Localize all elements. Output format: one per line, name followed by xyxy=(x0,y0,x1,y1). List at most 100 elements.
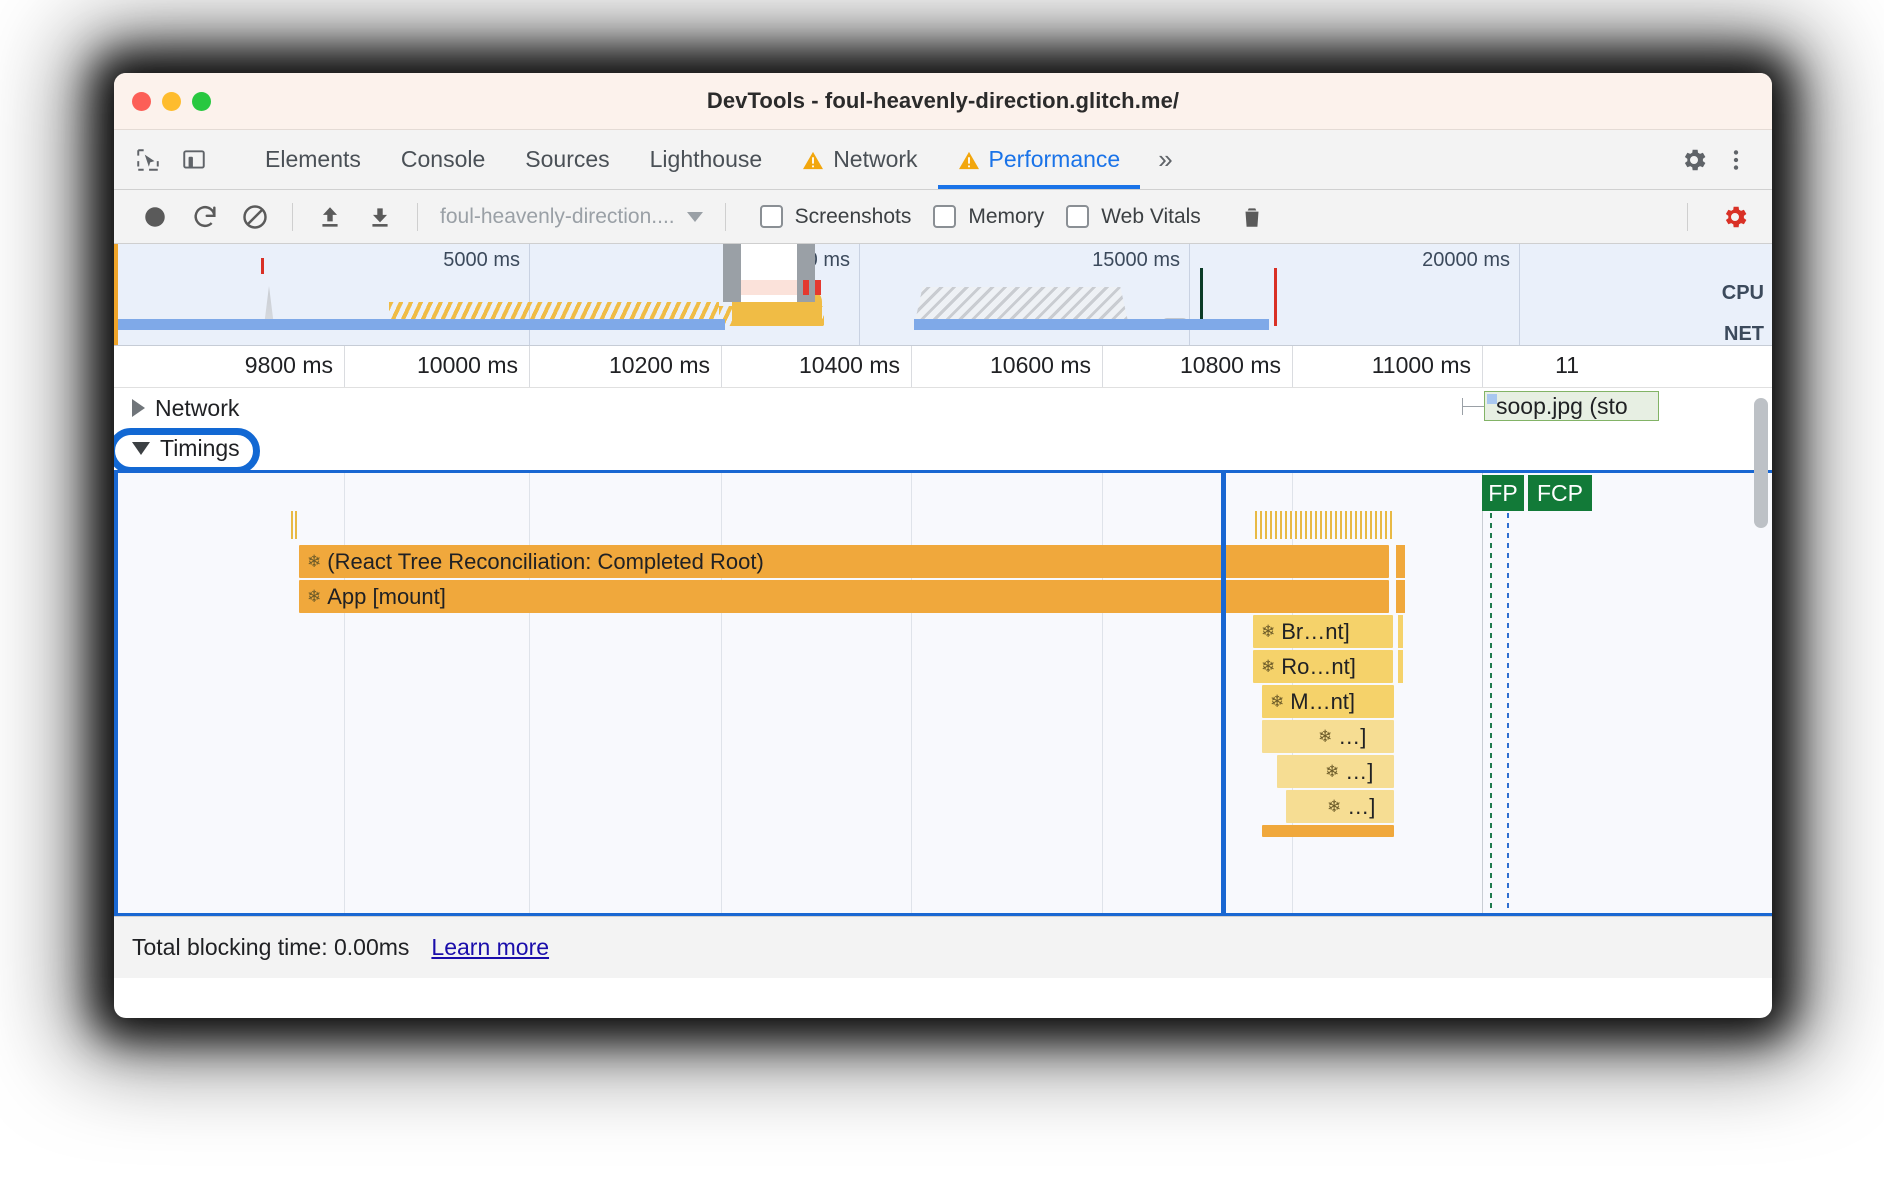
overview-selection-window[interactable] xyxy=(723,244,821,302)
ruler-gridline xyxy=(529,346,530,387)
performance-toolbar: foul-heavenly-direction.... Screenshots … xyxy=(114,190,1772,244)
device-toolbar-icon[interactable] xyxy=(174,140,214,180)
capture-settings-button[interactable] xyxy=(1714,196,1756,238)
flame-bar-label: …] xyxy=(1345,758,1374,784)
network-request-chip[interactable]: soop.jpg (sto xyxy=(1484,391,1659,421)
reload-and-record-button[interactable] xyxy=(184,196,226,238)
flame-gridline xyxy=(1102,473,1103,913)
timings-playhead[interactable] xyxy=(1221,473,1226,913)
ruler-gridline xyxy=(721,346,722,387)
overview-marker-dark xyxy=(1200,268,1203,326)
delete-recording-button[interactable] xyxy=(1231,196,1273,238)
checkbox-box[interactable] xyxy=(759,205,783,228)
status-bar: Total blocking time: 0.00ms Learn more xyxy=(114,916,1772,978)
memory-label: Memory xyxy=(968,204,1045,228)
fcp-marker-chip[interactable]: FCP xyxy=(1528,475,1592,511)
flame-bar[interactable]: ❄ Br…nt] xyxy=(1253,615,1393,648)
overview-gridline xyxy=(859,244,860,345)
load-profile-button[interactable] xyxy=(309,196,351,238)
chevron-right-icon[interactable] xyxy=(132,399,145,417)
snowflake-icon: ❄ xyxy=(307,586,322,606)
timings-left-edge xyxy=(114,473,118,913)
memory-checkbox[interactable]: Memory xyxy=(933,205,1044,229)
fp-marker-label: FP xyxy=(1488,479,1518,506)
ruler-tick-label: 11000 ms xyxy=(1371,352,1471,378)
network-request-label: soop.jpg (sto xyxy=(1496,392,1628,419)
snowflake-icon: ❄ xyxy=(1261,656,1276,676)
fcp-dashed-line xyxy=(1507,513,1509,913)
tab-elements[interactable]: Elements xyxy=(245,130,381,189)
flame-bar[interactable]: ❄ Ro…nt] xyxy=(1253,650,1393,683)
tab-network[interactable]: Network xyxy=(782,130,937,189)
toolbar-divider-4 xyxy=(1687,202,1688,231)
toolbar-divider-1 xyxy=(292,202,293,231)
snowflake-icon: ❄ xyxy=(1325,761,1340,781)
toolbar-divider-2 xyxy=(417,202,418,231)
flame-bar-sliver xyxy=(1396,545,1405,578)
devtools-window: DevTools - foul-heavenly-direction.glitc… xyxy=(114,73,1772,1018)
tab-performance[interactable]: Performance xyxy=(937,130,1141,189)
flame-gridline xyxy=(721,473,722,913)
web-vitals-label: Web Vitals xyxy=(1101,204,1201,228)
tabs-overflow-button[interactable]: » xyxy=(1140,130,1190,189)
flame-bar[interactable]: ❄ …] xyxy=(1277,755,1394,788)
fcp-marker-label: FCP xyxy=(1537,479,1583,506)
more-vertical-icon[interactable] xyxy=(1716,140,1756,180)
overview-selection-netstrip xyxy=(741,280,821,295)
flame-bar-label: M…nt] xyxy=(1290,688,1356,714)
ruler-tick-label: 10000 ms xyxy=(416,352,518,378)
overview-selection-redmark xyxy=(803,280,809,295)
devtools-tab-bar: Elements Console Sources Lighthouse Netw… xyxy=(114,130,1772,190)
tab-network-label: Network xyxy=(833,146,918,172)
network-request-indicator xyxy=(1487,394,1497,404)
screenshots-checkbox[interactable]: Screenshots xyxy=(759,205,911,229)
record-button[interactable] xyxy=(134,196,176,238)
timings-tick-bundle xyxy=(291,511,299,539)
tab-console-label: Console xyxy=(400,146,486,172)
fp-marker-chip[interactable]: FP xyxy=(1482,475,1524,511)
title-bar: DevTools - foul-heavenly-direction.glitc… xyxy=(114,73,1772,130)
checkbox-box[interactable] xyxy=(933,205,957,228)
recording-target-value: foul-heavenly-direction.... xyxy=(440,204,675,228)
tabs-overflow-label: » xyxy=(1158,144,1173,174)
chevron-down-icon xyxy=(686,211,703,222)
inspect-element-icon[interactable] xyxy=(128,140,168,180)
flame-chart-scrollbar[interactable] xyxy=(1754,398,1768,528)
flame-bar[interactable] xyxy=(1262,825,1394,837)
web-vitals-checkbox[interactable]: Web Vitals xyxy=(1066,205,1201,229)
timeline-overview[interactable]: 5000 ms 10000 ms 15000 ms 20000 ms xyxy=(114,244,1772,346)
overview-network-bar xyxy=(914,319,1269,330)
overview-tick-label: 5000 ms xyxy=(443,249,520,271)
flame-bar-label: …] xyxy=(1347,793,1376,819)
flame-bar[interactable]: ❄ …] xyxy=(1262,720,1394,753)
checkbox-box[interactable] xyxy=(1066,205,1090,228)
flame-bar-sliver xyxy=(1398,615,1403,648)
timings-track-body[interactable]: ❄ (React Tree Reconciliation: Completed … xyxy=(114,470,1772,916)
ruler-gridline xyxy=(911,346,912,387)
snowflake-icon: ❄ xyxy=(1327,796,1342,816)
ruler-gridline xyxy=(1292,346,1293,387)
flame-bar-sliver xyxy=(1396,580,1405,613)
tab-lighthouse[interactable]: Lighthouse xyxy=(630,130,783,189)
save-profile-button[interactable] xyxy=(359,196,401,238)
tab-elements-label: Elements xyxy=(265,146,361,172)
tab-console[interactable]: Console xyxy=(381,130,505,189)
overview-tick-label: 15000 ms xyxy=(1092,249,1180,271)
track-timings[interactable]: Timings xyxy=(114,428,1772,468)
learn-more-link[interactable]: Learn more xyxy=(431,934,549,961)
flame-gridline xyxy=(529,473,530,913)
tab-sources[interactable]: Sources xyxy=(505,130,629,189)
flame-bar[interactable]: ❄ M…nt] xyxy=(1262,685,1394,718)
toolbar-divider-3 xyxy=(724,202,726,231)
recording-target-select[interactable]: foul-heavenly-direction.... xyxy=(430,205,713,229)
tab-lighthouse-label: Lighthouse xyxy=(649,146,763,172)
flame-chart[interactable]: Network soop.jpg (sto Timings ❄ (React T… xyxy=(114,388,1772,916)
tab-bar-left-icons xyxy=(114,130,245,189)
ruler-gridline xyxy=(344,346,345,387)
gear-icon[interactable] xyxy=(1674,140,1714,180)
overview-selection-redmark xyxy=(815,280,821,295)
flame-bar[interactable]: ❄ …] xyxy=(1286,790,1394,823)
window-title: DevTools - foul-heavenly-direction.glitc… xyxy=(706,88,1180,113)
clear-button[interactable] xyxy=(234,196,276,238)
devtools-tabs: Elements Console Sources Lighthouse Netw… xyxy=(245,130,1140,189)
